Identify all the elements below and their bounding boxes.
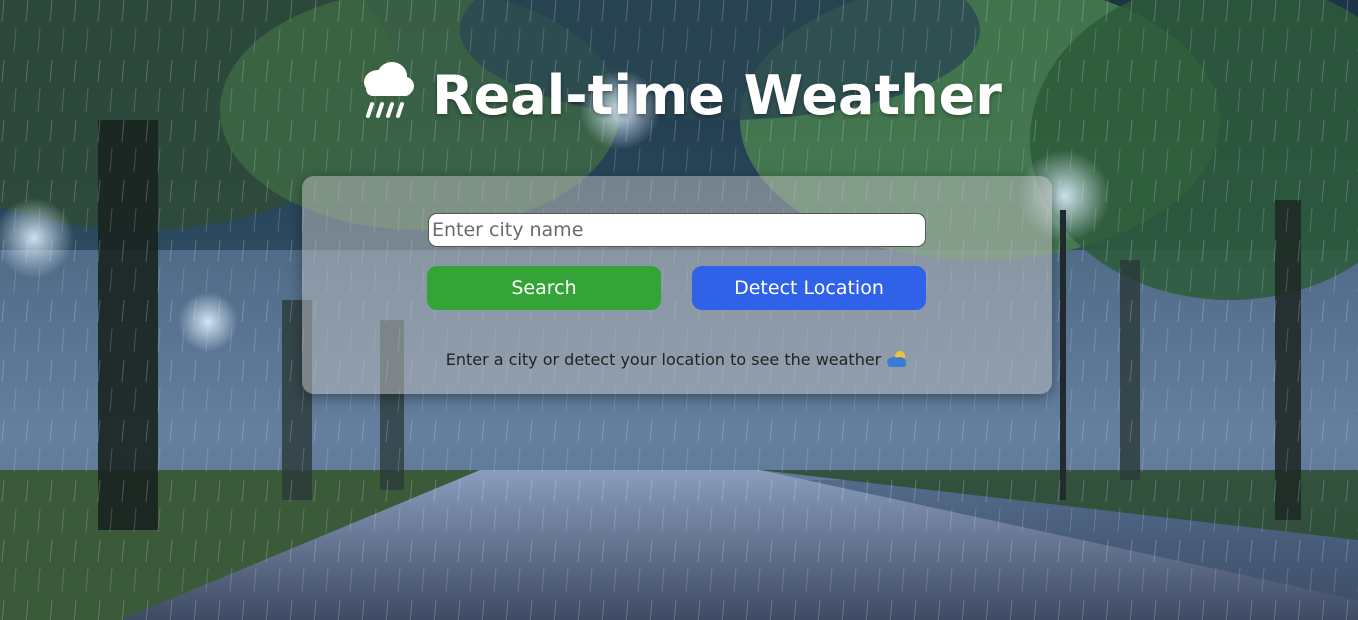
cloud-with-rain-icon: [356, 58, 418, 120]
page-header: Real-time Weather: [0, 58, 1358, 133]
sun-behind-cloud-icon: [886, 350, 908, 368]
city-search-input[interactable]: [428, 213, 926, 247]
page-title: Real-time Weather: [432, 64, 1002, 127]
search-button[interactable]: Search: [427, 266, 661, 310]
app-background: Real-time Weather Search Detect Location…: [0, 0, 1358, 620]
status-message: Enter a city or detect your location to …: [445, 350, 882, 369]
search-card: Search Detect Location Enter a city or d…: [302, 176, 1052, 394]
status-message-row: Enter a city or detect your location to …: [302, 350, 1052, 369]
detect-location-button[interactable]: Detect Location: [692, 266, 926, 310]
